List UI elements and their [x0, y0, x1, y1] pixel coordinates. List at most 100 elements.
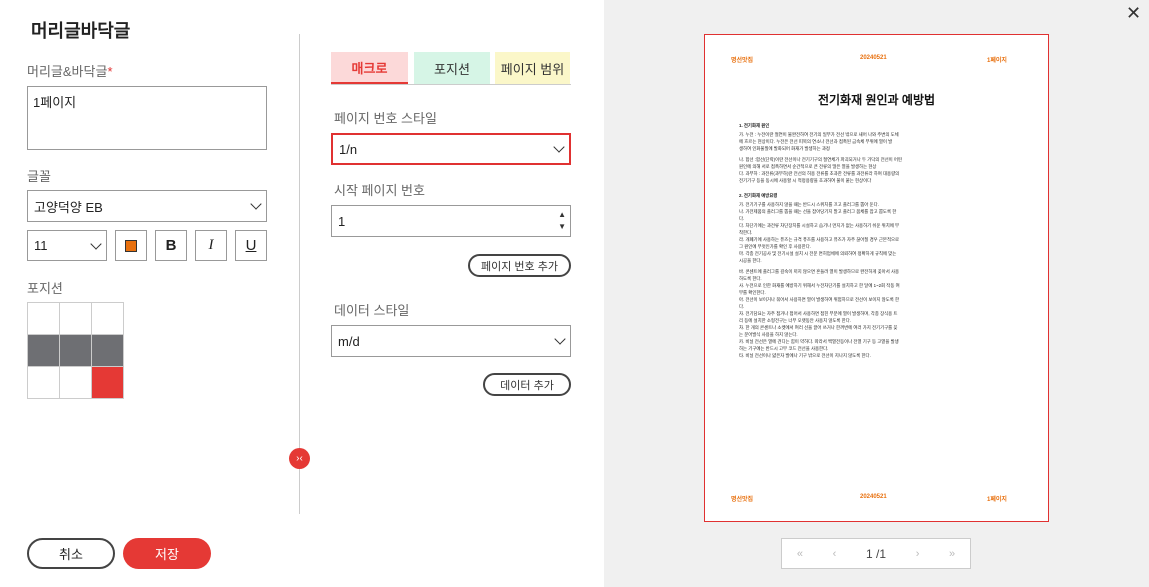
preview-footer-center: 20240521 — [860, 494, 887, 500]
page-number-style-value: 1/n — [339, 141, 358, 157]
position-cell[interactable] — [28, 335, 60, 367]
start-page-stepper[interactable]: 1 ▲ ▼ — [331, 205, 571, 237]
chevron-down-icon — [250, 198, 262, 210]
prev-page-icon[interactable]: ‹ — [833, 548, 837, 560]
preview-doc-line: 나. 가전제품의 플러그를 뽑을 때는 선을 잡아당기지 말고 플러그 몸체를 … — [739, 209, 897, 214]
font-size-select[interactable]: 11 — [27, 230, 107, 261]
page-total: 1 — [879, 546, 887, 561]
tab-position[interactable]: 포지션 — [414, 52, 490, 84]
preview-doc-body: 1. 전기화재 원인 가. 누전 : 누전이란 절연이 불완전하여 전기의 일부… — [739, 119, 1011, 360]
collapse-toggle-icon[interactable]: ›‹ — [289, 448, 310, 469]
cancel-button[interactable]: 취소 — [27, 538, 115, 569]
font-label: 글꼴 — [27, 169, 51, 184]
add-data-button[interactable]: 데이터 추가 — [483, 373, 571, 396]
header-footer-dialog: 머리글바닥글 머리글&바닥글* 글꼴 고양덕양 EB 11 B I U 포지션 … — [0, 0, 1149, 587]
preview-section-2: 2. 전기화재 예방요령 — [739, 193, 778, 198]
preview-doc-line: 시공을 한다. — [739, 258, 762, 263]
add-page-number-button[interactable]: 페이지 번호 추가 — [468, 254, 571, 277]
bold-button[interactable]: B — [155, 230, 187, 261]
preview-doc-line: 그 원인에 무엇인가를 확인 후 사용한다. — [739, 244, 811, 249]
preview-doc-line: 부를 확인한다. — [739, 290, 766, 295]
stepper-arrows-icon[interactable]: ▲ ▼ — [558, 209, 566, 233]
preview-doc-line: 가. 전기기구를 사용하지 않을 때는 반드시 스위치를 끄고 플러그를 뽑아 … — [739, 202, 879, 207]
position-cell[interactable] — [28, 367, 60, 399]
page-current: 1 — [865, 546, 873, 561]
chevron-down-icon — [554, 333, 566, 345]
position-grid — [27, 302, 124, 399]
tab-macro[interactable]: 매크로 — [331, 52, 408, 84]
position-cell[interactable] — [92, 367, 124, 399]
first-page-icon[interactable]: « — [797, 548, 803, 560]
preview-header-left: 명선맛집 — [731, 58, 754, 64]
preview-doc-title: 전기화재 원인과 예방법 — [817, 93, 936, 107]
data-style-label: 데이터 스타일 — [334, 303, 410, 318]
color-swatch-icon — [125, 239, 137, 252]
panel-divider — [299, 34, 300, 514]
next-page-icon[interactable]: › — [916, 548, 920, 560]
tab-page-range[interactable]: 페이지 범위 — [495, 52, 570, 84]
preview-doc-line: 하는 기구에는 반드시 고무 코드 전선을 사용한다. — [739, 346, 829, 351]
preview-doc-line: 원인에 의해 서로 접촉하면서 순간적으로 큰 전류의 많은 열을 발생하는 현… — [739, 164, 877, 169]
preview-doc-line: 생하여 인화물질에 발화되어 화재가 발생하는 과정 — [739, 146, 830, 151]
last-page-icon[interactable]: » — [949, 548, 955, 560]
preview-pager: « ‹ 1 /1 › » — [781, 538, 971, 569]
close-icon[interactable]: ✕ — [1126, 3, 1141, 24]
preview-doc-line: 가. 누전 : 누전이란 절연이 불완전하여 전기의 일부가 전선 밖으로 새어… — [739, 132, 899, 137]
chevron-down-icon — [90, 237, 102, 250]
preview-doc-line: 다. — [739, 216, 745, 221]
data-style-select[interactable]: m/d — [331, 325, 571, 357]
start-page-label: 시작 페이지 번호 — [334, 183, 425, 198]
preview-footer-right: 1페이지 — [987, 497, 1007, 503]
preview-doc-line: 는 문어발식 사용을 하지 않는다. — [739, 332, 798, 337]
preview-doc-line: 다. — [739, 304, 745, 309]
preview-section-1: 1. 전기화재 원인 — [739, 123, 770, 128]
header-footer-label: 머리글&바닥글* — [27, 61, 113, 80]
data-style-value: m/d — [338, 333, 360, 349]
save-button[interactable]: 저장 — [123, 538, 211, 569]
preview-doc-line: 나. 합선 :합선(단락)이란 전선이나 전기기구의 절연체가 파괴되거나 두 … — [739, 157, 902, 162]
preview-doc-line: 자. 전기담요는 자주 접거나 접어서 사용하면 접힌 부분에 열이 발생하며,… — [739, 311, 898, 316]
preview-doc-line: 사. 누전으로 인한 화재를 예방하기 위해서 누전차단기를 설치하고 한 달에… — [739, 283, 900, 288]
preview-doc-line: 라. 개폐기에 사용하는 퓨즈는 규격 퓨즈를 사용하고 퓨즈가 자주 끊어질 … — [739, 237, 900, 242]
start-page-value: 1 — [338, 213, 346, 229]
preview-header-center: 20240521 — [860, 55, 887, 61]
required-mark: * — [107, 64, 113, 79]
preview-doc-line: 마. 각종 전기공사 및 전기시설 설치 시 전문 면허업체에 의뢰하여 정확하… — [739, 251, 897, 256]
position-cell[interactable] — [28, 303, 60, 335]
preview-doc-line: 하도록 한다. — [739, 276, 762, 281]
preview-doc-line: 타. 비닐 전선이나 얇은자 발에나 기구 밖으로 전선이 지나지 않도록 한다… — [739, 353, 871, 358]
font-select-value: 고양덕양 EB — [34, 199, 103, 215]
preview-page: 명선맛집 20240521 1페이지 전기화재 원인과 예방법 1. 전기화재 … — [704, 34, 1049, 522]
position-cell[interactable] — [60, 367, 92, 399]
preview-doc-line: 차. 한 개의 콘센트나 소켓에서 여러 선을 끌어 쓰거나 한꺼번에 여러 가… — [739, 325, 898, 330]
preview-doc-line: 전기기구 등을 동시에 사용할 시 적정용량을 초과하여 불이 붙는 현상이다 — [739, 178, 872, 183]
header-footer-label-text: 머리글&바닥글 — [27, 64, 108, 79]
position-cell[interactable] — [60, 335, 92, 367]
dialog-title: 머리글바닥글 — [31, 21, 131, 41]
page-number-style-label: 페이지 번호 스타일 — [334, 111, 437, 126]
font-size-value: 11 — [34, 238, 48, 253]
preview-header-right: 1페이지 — [987, 58, 1007, 64]
chevron-down-icon — [553, 141, 565, 153]
italic-button[interactable]: I — [195, 230, 227, 261]
preview-doc-line: 바. 콘센트에 플러그를 깊숙이 끼지 않으면 흔들려 열이 발생하므로 완전하… — [739, 269, 900, 274]
preview-doc-line: 아. 전선이 보이거나 묶어서 사용하면 열이 발생하여 위험하므로 전선이 보… — [739, 297, 900, 302]
position-label: 포지션 — [27, 281, 63, 296]
position-cell[interactable] — [92, 335, 124, 367]
text-color-button[interactable] — [115, 230, 147, 261]
preview-doc-line: 착한다. — [739, 230, 753, 235]
preview-doc-line: 에 흐르는 현상이다. 누전은 전선 피복의 연소나 전선과 접촉된 금속체 부… — [739, 139, 893, 144]
preview-doc-line: 리 등에 설치한 소형전구는 너무 오랫동안 사용치 않도록 한다. — [739, 318, 851, 323]
tab-underline — [331, 84, 571, 85]
position-cell[interactable] — [92, 303, 124, 335]
preview-doc-line: 다. 과부하 : 과전류(과부하)란 전선의 허용 전류를 초과한 전류를 과전… — [739, 171, 900, 176]
preview-doc-line: 다. 차단기에는 과전류 차단장치를 시설하고 습기나 먼지가 없는 사용하기 … — [739, 223, 900, 228]
font-select[interactable]: 고양덕양 EB — [27, 190, 267, 222]
header-footer-input[interactable] — [27, 86, 267, 150]
preview-doc-line: 카. 비닐 전선은 열에 견디는 힘이 약하다. 따라서 백열전등이나 전열 기… — [739, 339, 899, 344]
page-number-style-select[interactable]: 1/n — [331, 133, 571, 165]
preview-footer-left: 명선맛집 — [731, 497, 754, 503]
page-indicator: 1 /1 — [866, 547, 886, 561]
underline-button[interactable]: U — [235, 230, 267, 261]
position-cell[interactable] — [60, 303, 92, 335]
